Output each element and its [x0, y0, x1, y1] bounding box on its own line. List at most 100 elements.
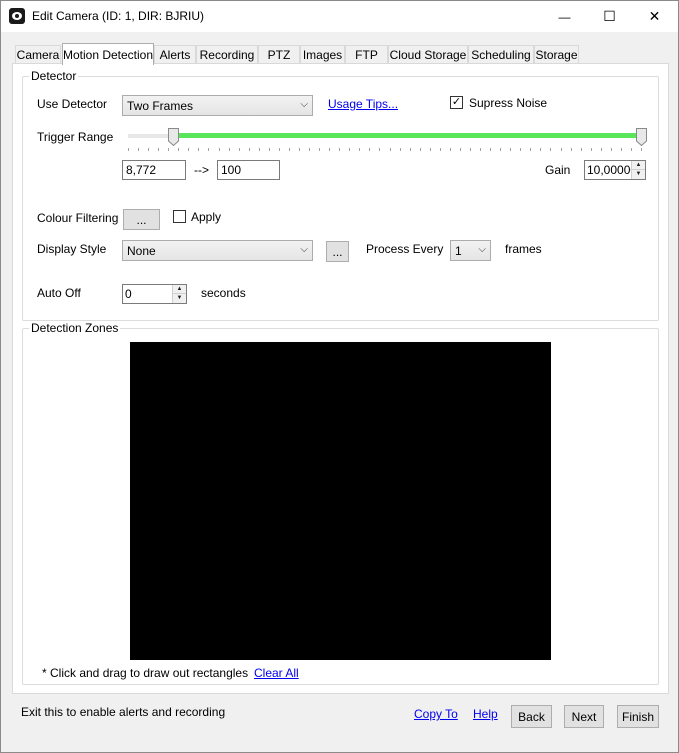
auto-off-value: 0	[125, 287, 132, 301]
frames-label: frames	[505, 242, 542, 256]
display-style-value: None	[127, 244, 156, 258]
slider-tick	[178, 148, 179, 151]
tab-label: Alerts	[159, 48, 191, 62]
spin-down-icon[interactable]: ▼	[632, 170, 645, 179]
use-detector-select[interactable]: Two Frames ⌵	[122, 95, 313, 116]
slider-tick	[480, 148, 481, 151]
spin-up-icon[interactable]: ▲	[173, 285, 186, 294]
close-button[interactable]: ✕	[632, 1, 677, 32]
trigger-max-input[interactable]: 100	[217, 160, 280, 180]
apply-label: Apply	[191, 210, 222, 224]
slider-tick	[530, 148, 531, 151]
edit-camera-window: Edit Camera (ID: 1, DIR: BJRIU) — ☐ ✕ Ca…	[0, 0, 679, 753]
detector-group	[22, 76, 659, 321]
trigger-range-label: Trigger Range	[37, 130, 114, 144]
tab-recording[interactable]: Recording	[196, 45, 258, 64]
slider-tick	[188, 148, 189, 151]
slider-tick	[601, 148, 602, 151]
title-bar[interactable]: Edit Camera (ID: 1, DIR: BJRIU) — ☐ ✕	[1, 1, 678, 32]
window-title: Edit Camera (ID: 1, DIR: BJRIU)	[32, 9, 205, 23]
slider-tick	[571, 148, 572, 151]
auto-off-spin-buttons: ▲ ▼	[172, 285, 186, 303]
slider-tick	[138, 148, 139, 151]
trigger-range-min-handle[interactable]	[168, 128, 179, 146]
zones-hint-text: * Click and drag to draw out rectangles	[42, 666, 249, 680]
slider-tick	[591, 148, 592, 151]
process-every-value: 1	[455, 244, 462, 258]
tab-scheduling[interactable]: Scheduling	[468, 45, 534, 64]
chevron-down-icon: ⌵	[300, 244, 308, 255]
spin-up-icon[interactable]: ▲	[632, 161, 645, 170]
back-button[interactable]: Back	[511, 705, 552, 728]
gain-value: 10,00000	[587, 163, 638, 177]
copy-to-link[interactable]: Copy To	[414, 707, 458, 721]
trigger-range-selected-track[interactable]	[174, 133, 642, 138]
slider-tick	[540, 148, 541, 151]
tab-ftp[interactable]: FTP	[345, 45, 388, 64]
colour-filtering-button[interactable]: ...	[123, 209, 160, 230]
tab-label: Camera	[16, 48, 60, 62]
slider-tick	[148, 148, 149, 151]
minimize-button[interactable]: —	[542, 1, 587, 32]
slider-tick	[279, 148, 280, 151]
tab-cloud-storage[interactable]: Cloud Storage	[388, 45, 468, 64]
slider-tick	[561, 148, 562, 151]
display-style-select[interactable]: None ⌵	[122, 240, 313, 261]
tab-storage[interactable]: Storage	[534, 45, 579, 64]
apply-checkbox[interactable]	[173, 210, 186, 223]
close-icon: ✕	[648, 8, 661, 24]
slider-tick	[339, 148, 340, 151]
tab-images[interactable]: Images	[300, 45, 345, 64]
trigger-min-input[interactable]: 8,772	[122, 160, 186, 180]
detection-zones-canvas[interactable]	[130, 342, 551, 660]
process-every-select[interactable]: 1 ⌵	[450, 240, 491, 261]
slider-tick	[208, 148, 209, 151]
supress-noise-checkbox[interactable]: ✓	[450, 96, 463, 109]
auto-off-stepper[interactable]: 0 ▲ ▼	[122, 284, 187, 304]
finish-button-label: Finish	[621, 709, 654, 724]
slider-tick	[631, 148, 632, 151]
trigger-range-max-handle[interactable]	[636, 128, 647, 146]
tab-camera[interactable]: Camera	[15, 45, 61, 64]
slider-tick	[269, 148, 270, 151]
help-link[interactable]: Help	[473, 707, 498, 721]
checkmark-icon: ✓	[451, 96, 462, 108]
status-text: Exit this to enable alerts and recording	[21, 705, 226, 719]
tab-alerts[interactable]: Alerts	[154, 45, 196, 64]
slider-tick	[641, 148, 642, 151]
tab-label: Scheduling	[471, 48, 531, 62]
slider-tick	[430, 148, 431, 151]
finish-button[interactable]: Finish	[617, 705, 659, 728]
maximize-button[interactable]: ☐	[587, 1, 632, 32]
gain-spin-buttons: ▲ ▼	[631, 161, 645, 179]
gain-label: Gain	[545, 163, 571, 177]
detector-group-title: Detector	[29, 69, 79, 83]
chevron-down-icon: ⌵	[478, 244, 486, 255]
gain-stepper[interactable]: 10,00000 ▲ ▼	[584, 160, 646, 180]
slider-tick	[259, 148, 260, 151]
tab-label: Images	[302, 48, 343, 62]
tab-motion-detection[interactable]: Motion Detection	[62, 43, 154, 65]
slider-tick	[450, 148, 451, 151]
use-detector-value: Two Frames	[127, 99, 194, 113]
slider-tick	[309, 148, 310, 151]
slider-tick	[550, 148, 551, 151]
clear-all-link[interactable]: Clear All	[254, 666, 299, 680]
display-style-button[interactable]: ...	[326, 241, 349, 262]
slider-tick	[410, 148, 411, 151]
tab-label: Cloud Storage	[389, 48, 467, 62]
slider-tick	[299, 148, 300, 151]
next-button[interactable]: Next	[564, 705, 604, 728]
slider-tick	[390, 148, 391, 151]
tab-label: Motion Detection	[62, 47, 154, 62]
usage-tips-link[interactable]: Usage Tips...	[328, 97, 398, 111]
tab-ptz[interactable]: PTZ	[258, 45, 300, 64]
slider-tick	[500, 148, 501, 151]
slider-tick	[420, 148, 421, 151]
minimize-icon: —	[558, 9, 571, 24]
eye-camera-icon	[9, 8, 25, 24]
chevron-down-icon: ⌵	[300, 99, 308, 110]
slider-tick	[490, 148, 491, 151]
trigger-range-ticks	[128, 148, 642, 152]
spin-down-icon[interactable]: ▼	[173, 294, 186, 303]
